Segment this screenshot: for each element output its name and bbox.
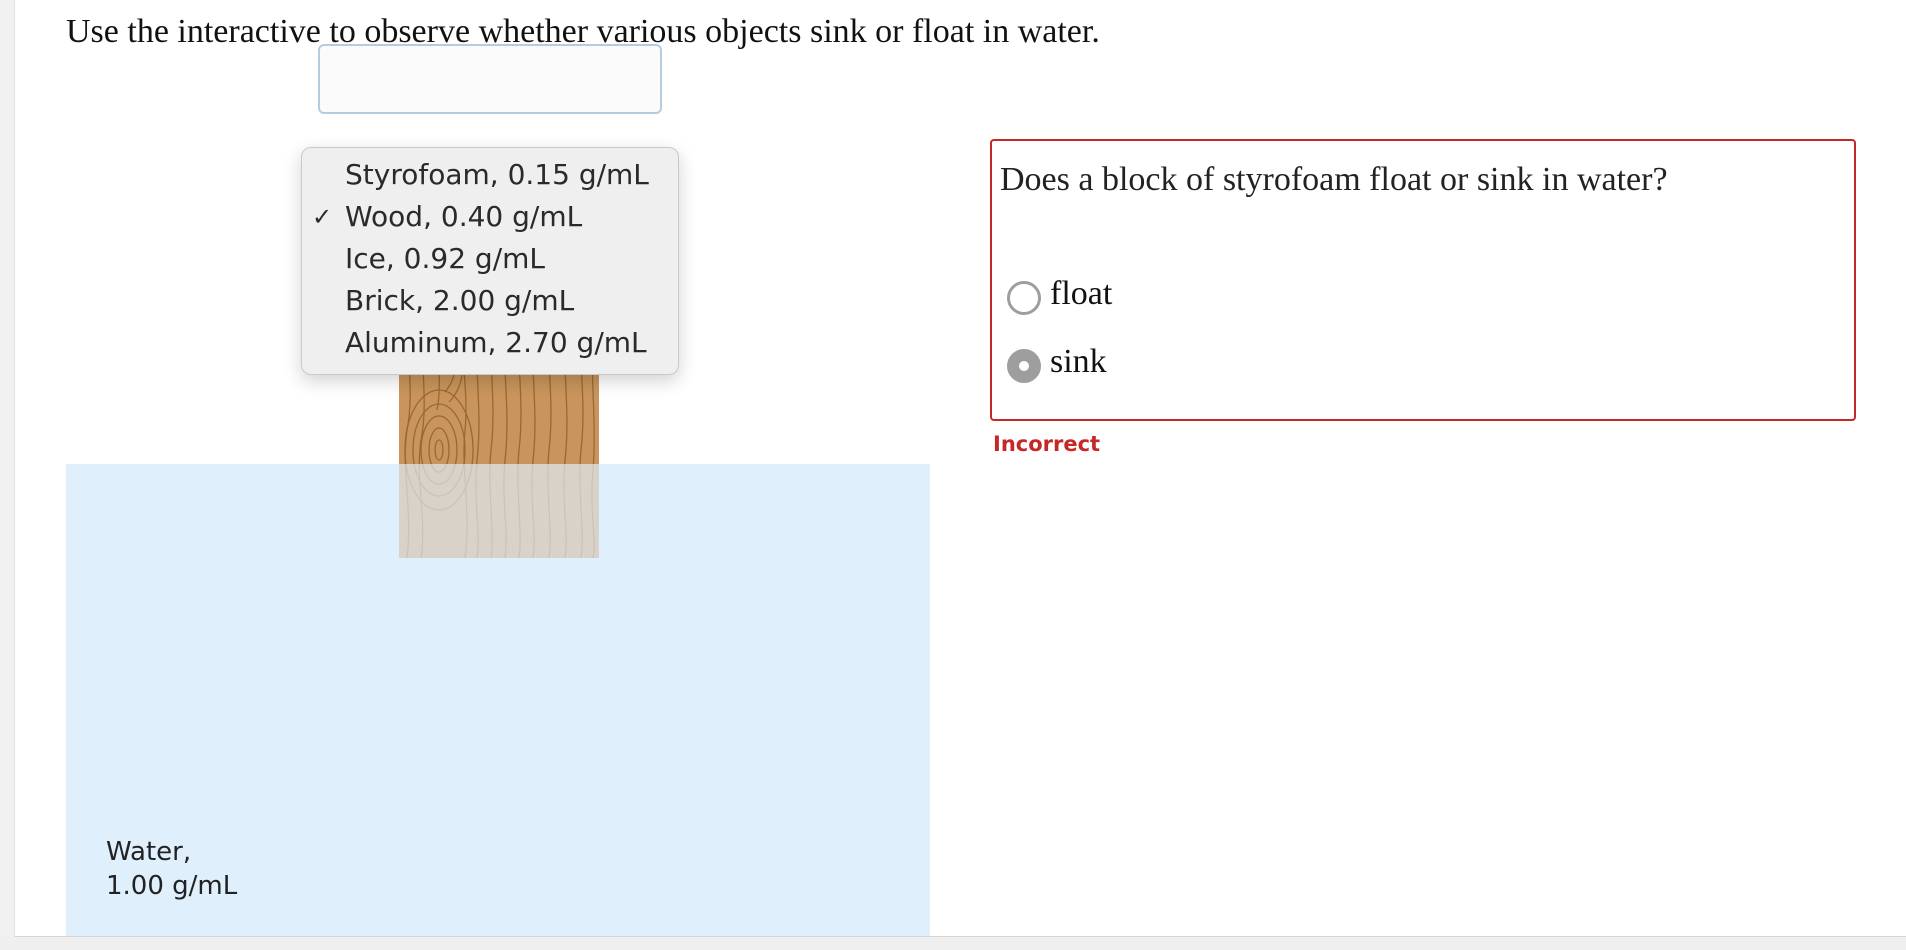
radio-sink[interactable] [1007,349,1041,383]
water-density-label: Water, 1.00 g/mL [106,835,237,903]
material-select[interactable] [318,44,662,114]
option-styrofoam[interactable]: Styrofoam, 0.15 g/mL [302,154,678,196]
choice-label[interactable]: float [1050,275,1112,313]
option-label: Aluminum, 2.70 g/mL [345,326,647,359]
water-label-line2: 1.00 g/mL [106,871,238,901]
bottom-edge [0,937,1906,950]
option-label: Styrofoam, 0.15 g/mL [345,158,649,191]
option-label: Brick, 2.00 g/mL [345,284,575,317]
submerged-portion [399,464,599,558]
water-label-line1: Water, [106,837,192,867]
left-rail [0,0,15,938]
option-aluminum[interactable]: Aluminum, 2.70 g/mL [302,322,678,364]
option-brick[interactable]: Brick, 2.00 g/mL [302,280,678,322]
radio-float[interactable] [1007,281,1041,315]
option-ice[interactable]: Ice, 0.92 g/mL [302,238,678,280]
material-dropdown-list: Styrofoam, 0.15 g/mL ✓ Wood, 0.40 g/mL I… [301,147,679,375]
question-card: Does a block of styrofoam float or sink … [990,139,1856,421]
checkmark-icon: ✓ [312,203,333,231]
option-label: Ice, 0.92 g/mL [345,242,546,275]
option-label: Wood, 0.40 g/mL [345,200,583,233]
question-prompt: Does a block of styrofoam float or sink … [1000,161,1668,198]
option-wood[interactable]: ✓ Wood, 0.40 g/mL [302,196,678,238]
choice-label[interactable]: sink [1050,343,1107,381]
feedback-incorrect: Incorrect [993,432,1101,456]
